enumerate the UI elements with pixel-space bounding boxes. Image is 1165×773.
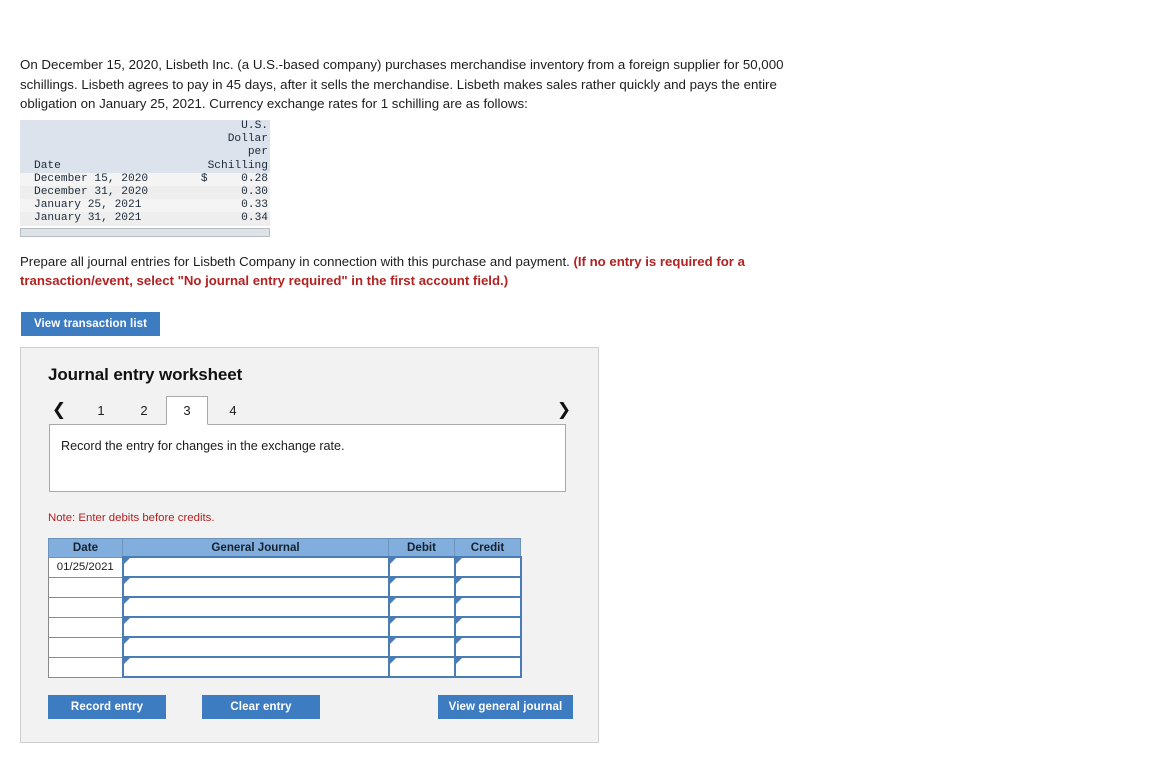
journal-entry-worksheet-panel: Journal entry worksheet ❮ 1 2 3 4 ❯ Reco…: [20, 347, 599, 743]
table-row: [48, 636, 522, 658]
journal-credit-cell[interactable]: [453, 596, 522, 618]
journal-credit-cell[interactable]: [453, 556, 522, 578]
rate-table-header-line: Date Schilling: [20, 159, 270, 173]
rate-table-header-line: per: [20, 146, 270, 160]
tab-2[interactable]: 2: [123, 396, 165, 425]
problem-statement: On December 15, 2020, Lisbeth Inc. (a U.…: [20, 57, 784, 111]
journal-date-cell[interactable]: [48, 636, 123, 658]
view-transaction-list-button[interactable]: View transaction list: [21, 312, 160, 336]
journal-date-cell[interactable]: [48, 616, 123, 638]
rate-row-date: December 31, 2020: [20, 186, 191, 200]
journal-account-cell[interactable]: [121, 616, 390, 638]
rate-table-row: January 25, 2021 0.33: [20, 199, 270, 213]
exchange-rate-table: U.S. Dollar per Date Schilling December …: [20, 120, 270, 226]
journal-date-cell[interactable]: [48, 656, 123, 678]
rate-row-date: January 25, 2021: [20, 199, 191, 213]
journal-account-cell[interactable]: [121, 656, 390, 678]
rate-row-currency: [190, 212, 208, 226]
worksheet-instruction-box: Record the entry for changes in the exch…: [49, 424, 566, 492]
column-header-credit: Credit: [454, 538, 521, 558]
rate-header-line-3: per: [207, 146, 270, 160]
journal-debit-cell[interactable]: [387, 656, 456, 678]
rate-header-spacer: [20, 133, 191, 147]
rate-header-line-2: Dollar: [207, 133, 270, 147]
rate-row-currency: [190, 186, 208, 200]
journal-credit-cell[interactable]: [453, 656, 522, 678]
rate-row-currency: [190, 199, 208, 213]
rate-header-spacer: [20, 120, 191, 134]
rate-table-row: December 31, 2020 0.30: [20, 186, 270, 200]
rate-row-date: December 15, 2020: [20, 172, 191, 187]
record-entry-button[interactable]: Record entry: [48, 695, 166, 719]
debits-before-credits-note: Note: Enter debits before credits.: [48, 512, 215, 524]
journal-credit-cell[interactable]: [453, 576, 522, 598]
journal-credit-cell[interactable]: [453, 616, 522, 638]
rate-header-line-1: U.S.: [207, 120, 270, 134]
rate-row-value: 0.33: [207, 199, 270, 213]
rate-header-spacer: [190, 120, 208, 134]
rate-table-header-line: Dollar: [20, 133, 270, 147]
clear-entry-button[interactable]: Clear entry: [202, 695, 320, 719]
chevron-right-icon[interactable]: ❯: [553, 396, 575, 424]
rate-table-row: January 31, 2021 0.34: [20, 212, 270, 226]
rate-header-spacer: [190, 159, 208, 173]
journal-debit-cell[interactable]: [387, 576, 456, 598]
table-row: [48, 656, 522, 678]
column-header-date: Date: [48, 538, 123, 558]
journal-debit-cell[interactable]: [387, 556, 456, 578]
journal-date-cell[interactable]: 01/25/2021: [48, 556, 123, 578]
worksheet-tab-bar: ❮ 1 2 3 4 ❯: [48, 396, 575, 426]
journal-debit-cell[interactable]: [387, 636, 456, 658]
worksheet-instruction-text: Record the entry for changes in the exch…: [61, 439, 345, 453]
prepare-instruction: Prepare all journal entries for Lisbeth …: [20, 252, 810, 290]
journal-credit-cell[interactable]: [453, 636, 522, 658]
journal-account-cell[interactable]: [121, 576, 390, 598]
rate-row-value: 0.34: [207, 212, 270, 226]
column-header-debit: Debit: [388, 538, 455, 558]
journal-debit-cell[interactable]: [387, 596, 456, 618]
exchange-rate-table-horizontal-scrollbar[interactable]: [20, 227, 270, 237]
rate-header-date: Date: [20, 159, 191, 173]
rate-row-value: 0.28: [207, 172, 270, 187]
journal-entry-table: Date General Journal Debit Credit 01/25/…: [48, 538, 522, 678]
journal-date-cell[interactable]: [48, 576, 123, 598]
worksheet-title: Journal entry worksheet: [48, 365, 243, 384]
rate-row-currency: $: [190, 172, 208, 187]
table-row: 01/25/2021: [48, 556, 522, 578]
rate-row-date: January 31, 2021: [20, 212, 191, 226]
rate-header-spacer: [20, 146, 191, 160]
rate-row-value: 0.30: [207, 186, 270, 200]
rate-table-row: December 15, 2020 $ 0.28: [20, 172, 270, 187]
table-row: [48, 616, 522, 638]
journal-account-cell[interactable]: [121, 636, 390, 658]
chevron-left-icon[interactable]: ❮: [48, 396, 70, 424]
journal-account-cell[interactable]: [121, 556, 390, 578]
journal-account-cell[interactable]: [121, 596, 390, 618]
journal-date-cell[interactable]: [48, 596, 123, 618]
journal-table-header-row: Date General Journal Debit Credit: [48, 538, 521, 558]
rate-header-spacer: [190, 146, 208, 160]
table-row: [48, 576, 522, 598]
prepare-instruction-main: Prepare all journal entries for Lisbeth …: [20, 254, 570, 269]
exchange-rate-table-container: U.S. Dollar per Date Schilling December …: [20, 120, 270, 237]
tab-3[interactable]: 3: [166, 396, 208, 425]
view-general-journal-button[interactable]: View general journal: [438, 695, 573, 719]
tab-1[interactable]: 1: [80, 396, 122, 425]
tab-4[interactable]: 4: [212, 396, 254, 425]
column-header-general-journal: General Journal: [122, 538, 389, 558]
rate-header-line-4: Schilling: [207, 159, 270, 173]
journal-debit-cell[interactable]: [387, 616, 456, 638]
table-row: [48, 596, 522, 618]
rate-header-spacer: [190, 133, 208, 147]
rate-table-header-line: U.S.: [20, 120, 270, 134]
